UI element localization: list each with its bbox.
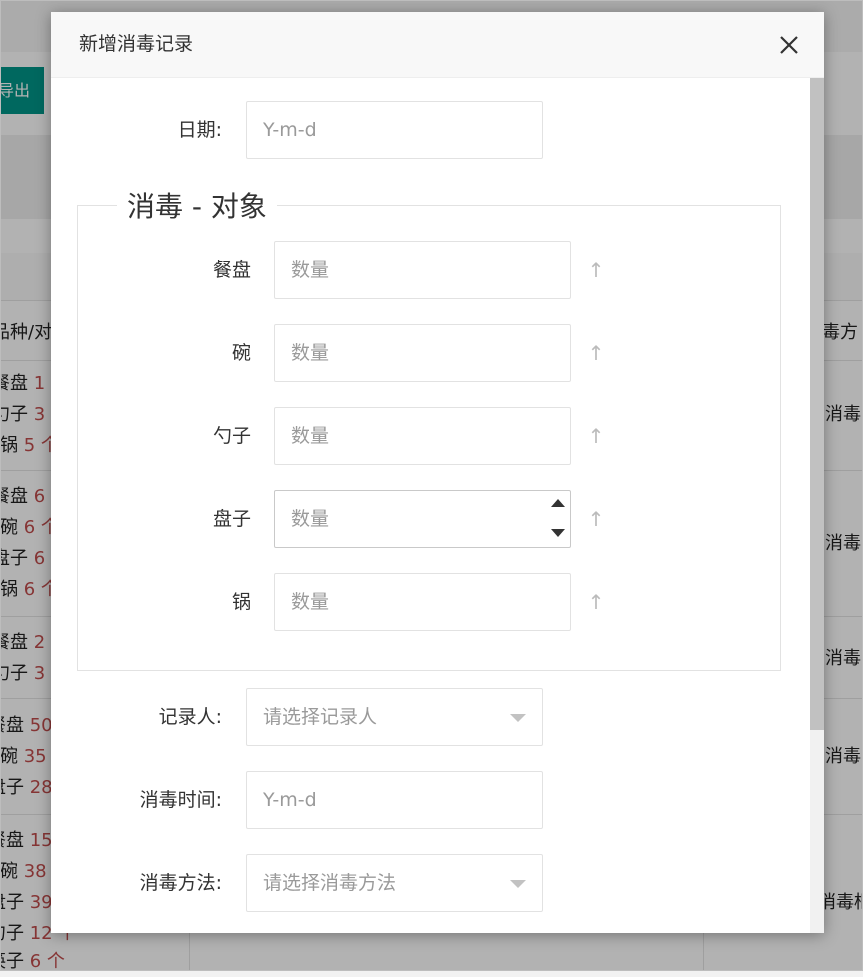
objects-legend: 消毒 - 对象	[117, 187, 277, 227]
quantity-input-pot[interactable]	[274, 573, 571, 631]
dropdown-arrow-icon	[510, 714, 526, 722]
disinfect-method-label: 消毒方法:	[139, 872, 222, 894]
modal-title: 新增消毒记录	[79, 33, 194, 55]
recorder-select[interactable]: 请选择记录人	[246, 688, 543, 746]
disinfect-method-select[interactable]: 请选择消毒方法	[246, 854, 543, 912]
disinfect-method-select-placeholder: 请选择消毒方法	[263, 872, 397, 894]
stepper-up-icon	[551, 499, 565, 507]
object-label-plate: 餐盘	[212, 259, 251, 281]
date-input[interactable]	[246, 101, 543, 159]
recorder-select-placeholder: 请选择记录人	[263, 706, 378, 728]
date-label: 日期:	[177, 119, 222, 141]
object-label-spoon: 勺子	[212, 425, 251, 447]
stepper-down-icon	[551, 529, 565, 537]
quantity-input-spoon[interactable]	[274, 407, 571, 465]
up-arrow-icon: ↑	[587, 590, 605, 614]
quantity-input-dish[interactable]	[274, 490, 571, 548]
recorder-label: 记录人:	[158, 706, 222, 728]
up-arrow-icon: ↑	[587, 507, 605, 531]
object-label-pot: 锅	[231, 591, 251, 613]
disinfect-time-label: 消毒时间:	[139, 789, 222, 811]
quantity-input-plate[interactable]	[274, 241, 571, 299]
modal-header: 新增消毒记录	[51, 12, 824, 78]
up-arrow-icon: ↑	[587, 424, 605, 448]
quantity-input-bowl[interactable]	[274, 324, 571, 382]
disinfect-time-input[interactable]	[246, 771, 543, 829]
quantity-stepper[interactable]	[545, 490, 571, 546]
scrollbar-thumb[interactable]	[810, 78, 824, 730]
object-label-bowl: 碗	[231, 342, 251, 364]
up-arrow-icon: ↑	[587, 341, 605, 365]
close-icon[interactable]	[776, 32, 802, 58]
quantity-field-dish	[274, 490, 571, 548]
up-arrow-icon: ↑	[587, 258, 605, 282]
scrollbar[interactable]	[810, 78, 824, 933]
add-disinfection-record-modal: 新增消毒记录 日期: 消毒 - 对象 餐盘 ↑ 碗 ↑ 勺子 ↑ 盘子	[51, 12, 824, 933]
dropdown-arrow-icon	[510, 880, 526, 888]
object-label-dish: 盘子	[212, 508, 251, 530]
date-row: 日期:	[51, 101, 222, 159]
